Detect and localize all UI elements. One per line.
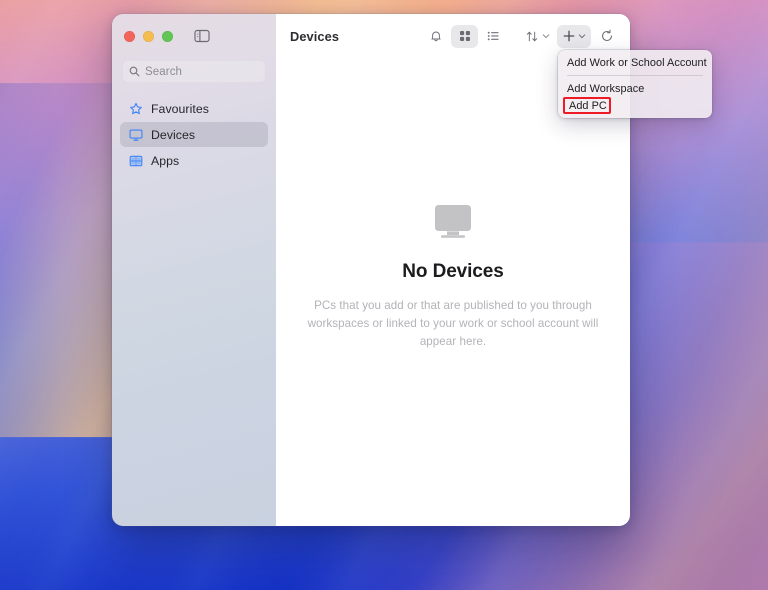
list-view-button[interactable]	[480, 25, 507, 48]
app-window: Search Favourites Devices Apps Devices N…	[112, 14, 630, 526]
grid-view-icon	[459, 31, 470, 41]
empty-state-description: PCs that you add or that are published t…	[307, 299, 599, 348]
add-dropdown-menu: Add Work or School Account Add Workspace…	[558, 50, 712, 118]
bell-icon	[430, 31, 441, 42]
close-button[interactable]	[124, 30, 135, 42]
monitor-glyph	[435, 205, 471, 238]
menu-separator	[567, 75, 703, 76]
sidebar-item-favourites[interactable]: Favourites	[120, 96, 268, 121]
sidebar-item-apps[interactable]: Apps	[120, 148, 268, 173]
monitor-icon	[128, 127, 143, 142]
sidebar-toggle-icon	[193, 29, 210, 43]
chevron-down-icon	[542, 34, 550, 39]
maximize-button[interactable]	[162, 30, 173, 42]
window-controls	[112, 14, 276, 58]
search-container: Search	[112, 58, 276, 83]
toolbar-buttons	[422, 24, 620, 48]
empty-state-title: No Devices	[402, 261, 504, 282]
search-placeholder: Search	[145, 65, 183, 78]
sidebar: Search Favourites Devices Apps	[112, 14, 276, 526]
menu-item-add-pc[interactable]: Add PC	[563, 97, 611, 114]
chevron-down-icon	[578, 34, 586, 39]
menu-item-add-work-or-school-account[interactable]: Add Work or School Account	[558, 54, 712, 71]
grid-view-button[interactable]	[451, 24, 478, 48]
add-button[interactable]	[557, 24, 591, 48]
notifications-button[interactable]	[422, 25, 449, 48]
plus-icon	[563, 30, 575, 42]
sort-button[interactable]	[520, 25, 555, 48]
monitor-icon	[433, 204, 473, 245]
star-icon	[128, 101, 143, 116]
refresh-button[interactable]	[593, 25, 620, 48]
search-input[interactable]: Search	[122, 60, 266, 83]
sidebar-item-label: Apps	[151, 153, 180, 168]
menu-item-add-workspace[interactable]: Add Workspace	[558, 80, 712, 97]
sidebar-toggle-button[interactable]	[193, 29, 210, 44]
sidebar-nav: Favourites Devices Apps	[112, 83, 276, 173]
search-icon	[129, 66, 140, 77]
list-view-icon	[487, 31, 499, 41]
apps-grid-icon	[128, 153, 143, 168]
sidebar-item-devices[interactable]: Devices	[120, 122, 268, 147]
page-title: Devices	[290, 28, 340, 44]
empty-state: No Devices PCs that you add or that are …	[276, 58, 630, 526]
minimize-button[interactable]	[143, 30, 154, 42]
sidebar-item-label: Favourites	[151, 101, 209, 116]
sort-arrows-icon	[526, 31, 538, 41]
sidebar-item-label: Devices	[151, 127, 196, 142]
refresh-icon	[601, 29, 612, 41]
